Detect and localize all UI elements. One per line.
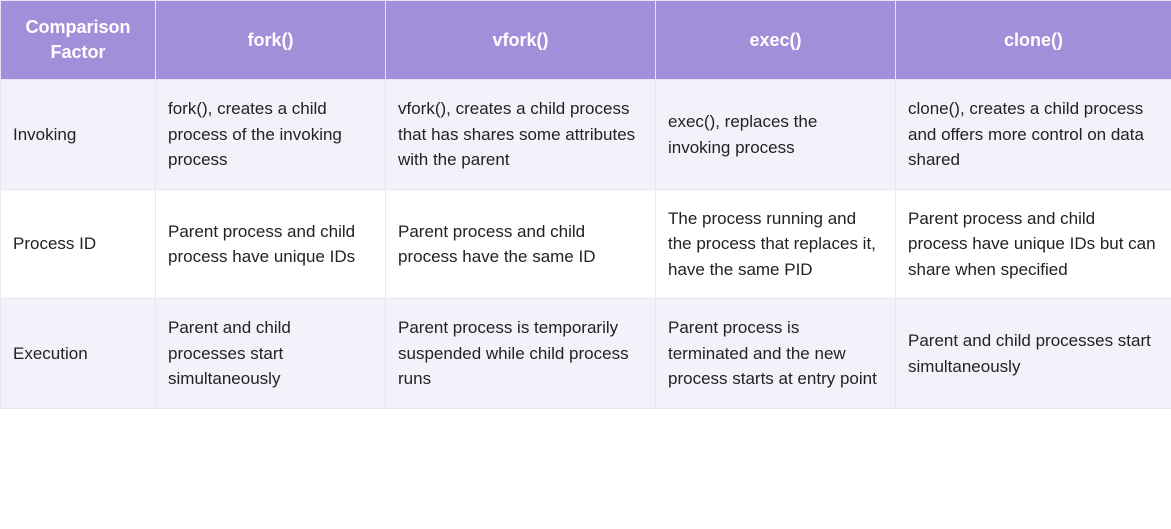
cell: Parent process is temporarily suspended …	[386, 299, 656, 409]
row-label: Execution	[1, 299, 156, 409]
cell: clone(), creates a child process and off…	[896, 80, 1171, 190]
cell: Parent and child processes start simulta…	[156, 299, 386, 409]
cell: exec(), replaces the invoking process	[656, 80, 896, 190]
header-exec: exec()	[656, 1, 896, 80]
header-vfork: vfork()	[386, 1, 656, 80]
table-row: Process ID Parent process and child proc…	[1, 189, 1171, 299]
cell: Parent process and child process have un…	[896, 189, 1171, 299]
header-fork: fork()	[156, 1, 386, 80]
cell: Parent process and child process have un…	[156, 189, 386, 299]
comparison-table: Comparison Factor fork() vfork() exec() …	[0, 0, 1171, 409]
table-header-row: Comparison Factor fork() vfork() exec() …	[1, 1, 1171, 80]
cell: vfork(), creates a child process that ha…	[386, 80, 656, 190]
cell: Parent process and child process have th…	[386, 189, 656, 299]
row-label: Process ID	[1, 189, 156, 299]
cell: Parent and child processes start simulta…	[896, 299, 1171, 409]
cell: fork(), creates a child process of the i…	[156, 80, 386, 190]
cell: The process running and the process that…	[656, 189, 896, 299]
header-comparison-factor: Comparison Factor	[1, 1, 156, 80]
table-row: Execution Parent and child processes sta…	[1, 299, 1171, 409]
row-label: Invoking	[1, 80, 156, 190]
header-clone: clone()	[896, 1, 1171, 80]
table-row: Invoking fork(), creates a child process…	[1, 80, 1171, 190]
cell: Parent process is terminated and the new…	[656, 299, 896, 409]
